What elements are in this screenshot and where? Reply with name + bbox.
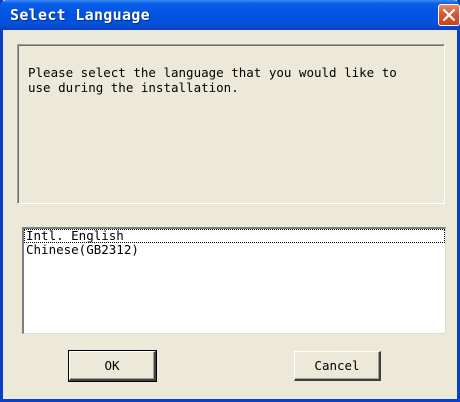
- list-item-intl-english[interactable]: Intl. English: [24, 229, 445, 243]
- ok-button[interactable]: OK: [68, 350, 157, 382]
- close-icon: [443, 9, 455, 21]
- close-button[interactable]: [438, 4, 460, 26]
- dialog-window: Select Language Please select the langua…: [0, 0, 460, 402]
- message-panel: Please select the language that you woul…: [17, 44, 445, 204]
- language-list[interactable]: Intl. English Chinese(GB2312): [22, 227, 446, 334]
- list-item-chinese-gb2312[interactable]: Chinese(GB2312): [24, 243, 445, 257]
- instruction-text: Please select the language that you woul…: [28, 65, 397, 95]
- cancel-button[interactable]: Cancel: [294, 351, 381, 381]
- title-bar[interactable]: Select Language: [0, 0, 460, 30]
- window-title: Select Language: [10, 6, 150, 24]
